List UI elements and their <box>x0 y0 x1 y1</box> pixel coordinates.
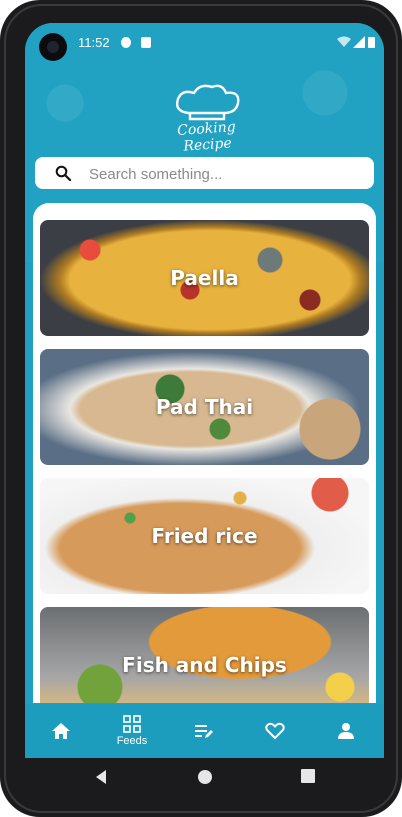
nav-my-recipes[interactable] <box>174 704 234 758</box>
notification-icon <box>121 37 131 48</box>
search-input[interactable] <box>87 157 361 191</box>
grid-icon <box>123 715 141 733</box>
recipe-title: Fish and Chips <box>122 653 287 677</box>
person-icon <box>338 723 354 739</box>
wifi-icon <box>337 36 351 47</box>
home-system-icon[interactable] <box>197 769 213 785</box>
sd-card-icon <box>141 37 151 48</box>
recents-icon[interactable] <box>301 769 315 783</box>
app-screen: 11:52 Cooking Recipe Search something...… <box>25 23 384 758</box>
recipe-card-fish-and-chips[interactable]: Fish and Chips <box>40 607 369 703</box>
list-edit-icon <box>195 725 213 738</box>
recipe-title: Paella <box>170 266 239 290</box>
recipe-title: Fried rice <box>151 524 258 548</box>
recipe-card-paella[interactable]: Paella <box>40 220 369 336</box>
battery-icon <box>368 37 375 48</box>
recipe-card-pad-thai[interactable]: Pad Thai <box>40 349 369 465</box>
home-icon <box>52 723 70 739</box>
status-time: 11:52 <box>78 35 110 50</box>
nav-favorites[interactable] <box>245 704 305 758</box>
nav-home[interactable] <box>31 704 91 758</box>
nav-profile[interactable] <box>316 704 376 758</box>
app-logo: Cooking Recipe <box>152 83 262 155</box>
status-bar: 11:52 <box>25 23 384 63</box>
recipe-card-fried-rice[interactable]: Fried rice <box>40 478 369 594</box>
system-navigation-bar <box>25 758 384 798</box>
signal-icon <box>353 36 365 48</box>
nav-feeds-label: Feeds <box>116 735 148 747</box>
device-frame: 11:52 Cooking Recipe Search something...… <box>0 0 402 817</box>
recipe-title: Pad Thai <box>155 395 254 419</box>
back-icon[interactable] <box>94 769 108 785</box>
front-camera <box>39 33 67 61</box>
nav-feeds[interactable]: Feeds <box>102 704 162 758</box>
bottom-navigation: Feeds <box>25 704 384 758</box>
chef-hat-icon <box>175 84 240 121</box>
search-icon[interactable] <box>55 165 71 181</box>
recipe-list: Paella Pad Thai Fried rice Fish and Chip… <box>33 203 376 703</box>
heart-icon <box>265 722 285 740</box>
search-bar[interactable] <box>35 157 374 191</box>
